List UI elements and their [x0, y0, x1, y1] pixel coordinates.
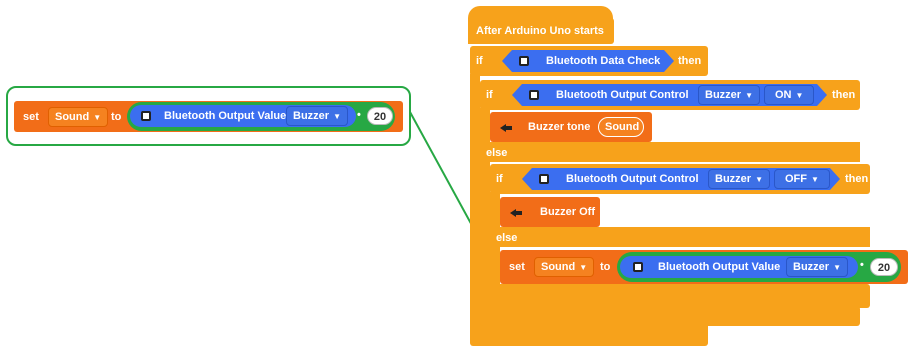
- bluetooth-module-icon: [536, 171, 552, 187]
- if1-label: if: [476, 55, 483, 67]
- if2-footer: [480, 306, 860, 326]
- buzzer-icon: [500, 124, 512, 132]
- else2-block: else: [490, 227, 870, 247]
- device-label: Buzzer: [793, 261, 830, 273]
- condition2-device-dropdown[interactable]: Buzzer ▼: [698, 85, 760, 105]
- buzzer-off-block[interactable]: Buzzer Off: [500, 197, 600, 227]
- bluetooth-output-control-on[interactable]: Bluetooth Output Control Buzzer ▼ ON ▼: [512, 84, 827, 106]
- variable-label: Sound: [541, 261, 576, 273]
- then1-label: then: [678, 55, 702, 67]
- bluetooth-module-icon: [516, 53, 532, 69]
- then3-label: then: [845, 173, 869, 185]
- variable-dropdown[interactable]: Sound ▼: [534, 257, 595, 277]
- else2-label: else: [496, 232, 518, 244]
- condition3-state-dropdown[interactable]: OFF ▼: [774, 169, 830, 189]
- buzzer-tone-arg[interactable]: Sound: [598, 117, 644, 137]
- caret-down-icon: ▼: [579, 263, 588, 272]
- caret-down-icon: ▼: [745, 91, 753, 100]
- if3-footer: [490, 284, 870, 308]
- if1-bottom: [470, 326, 708, 346]
- if1-block[interactable]: if Bluetooth Data Check then: [470, 46, 708, 76]
- caret-down-icon: ▼: [833, 263, 841, 272]
- buzzer-tone-label: Buzzer tone: [528, 121, 591, 133]
- else1-block: else: [480, 142, 860, 162]
- if3-block[interactable]: if Bluetooth Output Control Buzzer ▼ OFF ▼…: [490, 164, 870, 194]
- number-input[interactable]: 20: [870, 258, 898, 276]
- tone-arg-label: Sound: [605, 121, 640, 133]
- hat-label: After Arduino Uno starts: [476, 25, 604, 37]
- to-label: to: [600, 261, 611, 273]
- else1-label: else: [486, 147, 508, 159]
- bluetooth-output-value-reporter[interactable]: Bluetooth Output Value Buzzer ▼: [620, 256, 858, 278]
- buzzer-icon: [510, 209, 522, 217]
- device-label: Buzzer: [705, 89, 742, 101]
- reporter-label: Bluetooth Output Value: [658, 261, 781, 273]
- device-dropdown[interactable]: Buzzer ▼: [786, 257, 848, 277]
- device-label: Buzzer: [715, 173, 752, 185]
- buzzer-tone-block[interactable]: Buzzer tone Sound: [490, 112, 652, 142]
- condition3-label: Bluetooth Output Control: [566, 173, 699, 185]
- nested-set-block[interactable]: set Sound ▼ to Bluetooth Output Value Buz…: [500, 250, 908, 284]
- state-label: ON: [775, 89, 792, 101]
- condition2-label: Bluetooth Output Control: [556, 89, 689, 101]
- bluetooth-output-control-off[interactable]: Bluetooth Output Control Buzzer ▼ OFF ▼: [522, 168, 840, 190]
- condition1-label: Bluetooth Data Check: [546, 55, 661, 67]
- if2-label: if: [486, 89, 493, 101]
- condition3-device-dropdown[interactable]: Buzzer ▼: [708, 169, 770, 189]
- comma-dot: •: [860, 259, 864, 271]
- if1-arm: [470, 74, 480, 336]
- caret-down-icon: ▼: [755, 175, 763, 184]
- set-label: set: [509, 261, 525, 273]
- if2-block[interactable]: if Bluetooth Output Control Buzzer ▼ ON ▼ …: [480, 80, 860, 110]
- caret-down-icon: ▼: [795, 91, 804, 100]
- bluetooth-module-icon: [526, 87, 542, 103]
- state-label: OFF: [785, 173, 807, 185]
- then2-label: then: [832, 89, 856, 101]
- buzzer-off-label: Buzzer Off: [540, 206, 595, 218]
- hat-block[interactable]: After Arduino Uno starts: [468, 18, 614, 44]
- bluetooth-data-check[interactable]: Bluetooth Data Check: [502, 50, 674, 72]
- condition2-state-dropdown[interactable]: ON ▼: [764, 85, 814, 105]
- if3-label: if: [496, 173, 503, 185]
- bluetooth-module-icon: [633, 262, 643, 272]
- caret-down-icon: ▼: [811, 175, 819, 184]
